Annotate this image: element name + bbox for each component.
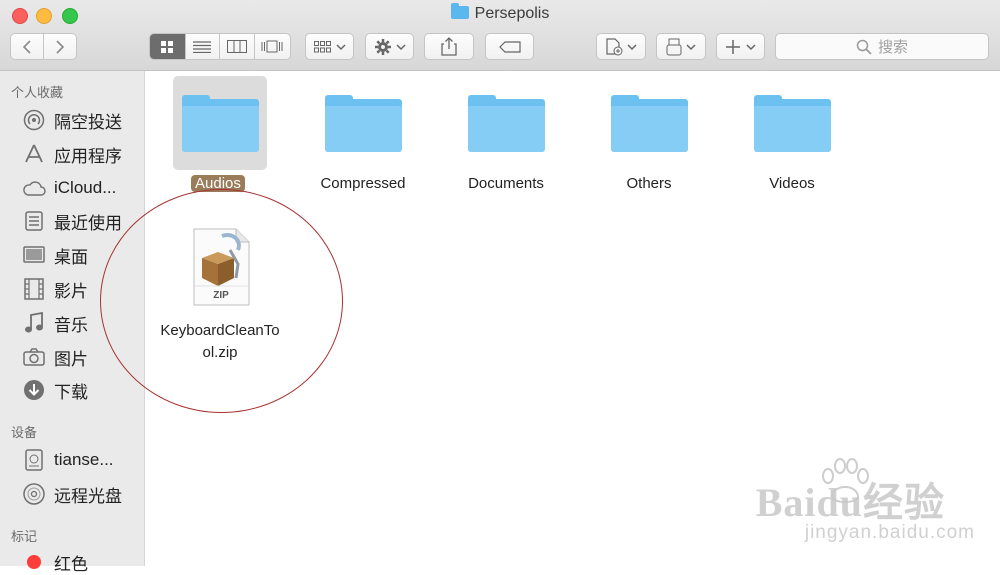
nav-buttons bbox=[10, 33, 77, 60]
gear-icon bbox=[374, 38, 391, 55]
tag-button[interactable] bbox=[485, 33, 534, 60]
usb-drive-icon bbox=[666, 38, 682, 55]
annotation-circle bbox=[100, 189, 343, 413]
sidebar-item-applications[interactable]: 应用程序 bbox=[22, 141, 122, 167]
tags-header: 标记 bbox=[11, 529, 38, 544]
chevron-right-icon bbox=[56, 39, 64, 54]
sidebar-item-label: 红色 bbox=[54, 554, 88, 574]
sidebar-item-downloads[interactable]: 下载 bbox=[22, 377, 88, 403]
sidebar-item-movies[interactable]: 影片 bbox=[22, 276, 88, 302]
icon-view-button[interactable] bbox=[150, 34, 186, 59]
action-menu-button[interactable] bbox=[365, 33, 414, 60]
share-icon bbox=[441, 37, 457, 56]
sidebar-item-recents[interactable]: 最近使用 bbox=[22, 208, 122, 234]
window-title: Persepolis bbox=[0, 3, 1000, 23]
music-icon bbox=[22, 311, 46, 335]
device-button[interactable] bbox=[656, 33, 706, 60]
sidebar-item-desktop[interactable]: 桌面 bbox=[22, 242, 88, 268]
sidebar-item-label: 最近使用 bbox=[54, 213, 122, 233]
sidebar-item-label: 桌面 bbox=[54, 247, 88, 267]
folder-icon bbox=[325, 95, 402, 152]
arrange-icon bbox=[313, 40, 331, 52]
list-view-button[interactable] bbox=[186, 34, 221, 59]
folder-label-documents: Documents bbox=[468, 175, 544, 192]
new-document-button[interactable] bbox=[596, 33, 646, 60]
sidebar-item-label: 远程光盘 bbox=[54, 486, 122, 506]
devices-header: 设备 bbox=[11, 425, 38, 440]
list-view-icon bbox=[193, 40, 212, 53]
applications-icon bbox=[22, 142, 46, 166]
add-button[interactable] bbox=[716, 33, 765, 60]
sidebar-item-label: 影片 bbox=[54, 281, 88, 301]
disk-icon bbox=[22, 448, 46, 472]
airdrop-icon bbox=[22, 108, 46, 132]
chevron-down-icon bbox=[335, 43, 346, 50]
sidebar-item-label: 隔空投送 bbox=[54, 112, 122, 132]
coverflow-view-button[interactable] bbox=[255, 34, 290, 59]
chevron-left-icon bbox=[22, 39, 31, 54]
folder-icon bbox=[754, 95, 831, 152]
recents-icon bbox=[22, 209, 46, 233]
folder-label-others: Others bbox=[626, 175, 672, 192]
search-icon bbox=[856, 39, 872, 55]
column-view-button[interactable] bbox=[220, 34, 255, 59]
sidebar-item-label: 图片 bbox=[54, 349, 88, 369]
new-document-icon bbox=[606, 37, 623, 55]
folder-icon bbox=[468, 95, 545, 152]
folder-icon bbox=[611, 95, 688, 152]
chevron-down-icon bbox=[627, 43, 637, 50]
sidebar-item-icloud[interactable]: iCloud... bbox=[22, 175, 116, 201]
sidebar-item-pictures[interactable]: 图片 bbox=[22, 344, 88, 370]
sidebar-item-disk[interactable]: tianse... bbox=[22, 447, 114, 473]
download-icon bbox=[22, 378, 46, 402]
sidebar-item-tag-red[interactable]: 红色 bbox=[22, 549, 88, 575]
column-view-icon bbox=[226, 40, 247, 53]
coverflow-view-icon bbox=[261, 40, 283, 53]
watermark: Baidu经验 jingyan.baidu.com bbox=[756, 458, 974, 543]
back-button[interactable] bbox=[11, 34, 44, 59]
sidebar-item-label: 应用程序 bbox=[54, 146, 122, 166]
optical-disc-icon bbox=[22, 482, 46, 506]
sidebar-item-label: 音乐 bbox=[54, 315, 88, 335]
paw-icon bbox=[821, 458, 869, 503]
sidebar-item-label: tianse... bbox=[54, 450, 114, 469]
folder-label-videos: Videos bbox=[769, 175, 815, 192]
camera-icon bbox=[22, 345, 46, 369]
share-button[interactable] bbox=[424, 33, 474, 60]
arrange-button[interactable] bbox=[305, 33, 354, 60]
red-tag-dot-icon bbox=[22, 550, 46, 574]
folder-label-compressed: Compressed bbox=[320, 175, 406, 192]
folder-icon bbox=[450, 3, 469, 19]
sidebar-item-label: 下载 bbox=[54, 382, 88, 402]
plus-icon bbox=[726, 39, 740, 54]
favorites-header: 个人收藏 bbox=[11, 85, 64, 100]
sidebar-item-label: iCloud... bbox=[54, 178, 117, 197]
chevron-down-icon bbox=[746, 43, 756, 50]
icon-view-icon bbox=[161, 40, 174, 53]
sidebar-item-music[interactable]: 音乐 bbox=[22, 310, 88, 336]
movies-icon bbox=[22, 277, 46, 301]
folder-icon bbox=[182, 95, 259, 152]
forward-button[interactable] bbox=[44, 34, 77, 59]
desktop-icon bbox=[22, 243, 46, 267]
sidebar-item-remote-disc[interactable]: 远程光盘 bbox=[22, 481, 122, 507]
window-toolbar: Persepolis 搜索 bbox=[0, 0, 1000, 71]
chevron-down-icon bbox=[686, 43, 696, 50]
cloud-icon bbox=[22, 176, 46, 200]
sidebar-item-airdrop[interactable]: 隔空投送 bbox=[22, 107, 122, 133]
tag-icon bbox=[498, 40, 521, 53]
search-field[interactable]: 搜索 bbox=[775, 33, 989, 60]
search-placeholder: 搜索 bbox=[877, 39, 908, 56]
view-mode-control bbox=[149, 33, 291, 60]
chevron-down-icon bbox=[395, 43, 406, 50]
